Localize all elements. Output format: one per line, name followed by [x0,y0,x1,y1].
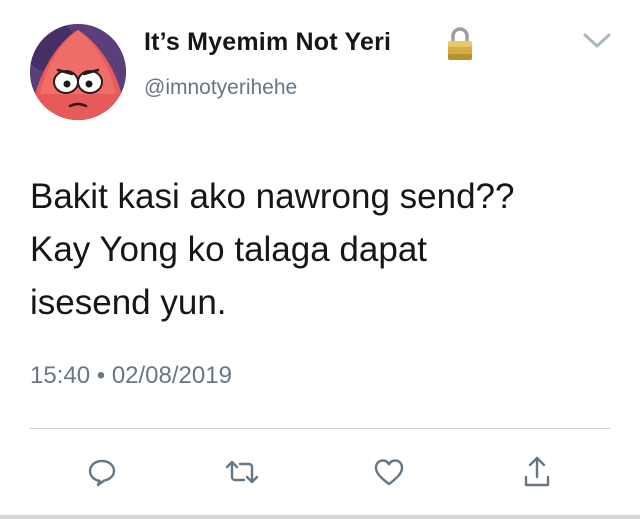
retweet-button[interactable] [222,452,262,492]
like-button[interactable] [369,452,409,492]
timestamp-separator: • [96,362,106,389]
chevron-down-icon[interactable] [582,30,612,52]
lock-icon [446,26,474,62]
tweet-date: 02/08/2019 [111,362,232,389]
reply-button[interactable] [82,452,122,492]
heart-icon [374,459,404,486]
share-arrow-up-icon [524,456,550,487]
tweet-card: It’s Myemim Not Yeri @imnotyerihehe Baki… [0,0,640,519]
retweet-arrows-icon [225,460,259,484]
avatar-image [30,24,126,120]
tweet-timestamp[interactable]: 15:40 • 02/08/2019 [30,362,232,390]
user-handle[interactable]: @imnotyerihehe [144,76,297,100]
avatar[interactable] [30,24,126,120]
display-name[interactable]: It’s Myemim Not Yeri [144,28,391,57]
share-button[interactable] [517,452,557,492]
speech-bubble-icon [88,459,116,487]
tweet-time: 15:40 [30,362,91,389]
bottom-edge [0,515,640,519]
divider [30,428,610,429]
tweet-text: Bakit kasi ako nawrong send?? Kay Yong k… [30,177,515,322]
